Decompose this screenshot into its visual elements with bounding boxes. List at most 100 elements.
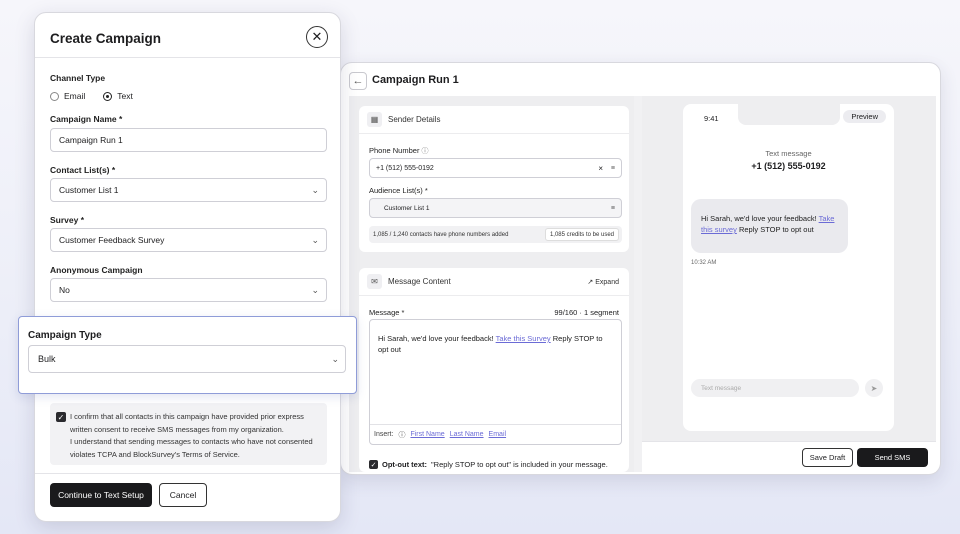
phone-number-label-text: Phone Number xyxy=(369,146,420,155)
preview-column: 9:41 Preview Text message +1 (512) 555-0… xyxy=(642,96,936,472)
insert-row: Insert: ⓘ First Name Last Name Email xyxy=(370,424,621,444)
message-text-pre: Hi Sarah, we'd love your feedback! xyxy=(378,334,494,343)
radio-email[interactable] xyxy=(50,91,59,101)
radio-text-label: Text xyxy=(117,91,133,101)
sms-setup-window: ← Campaign Run 1 ▦ Sender Details Phone … xyxy=(340,62,941,475)
anonymous-label: Anonymous Campaign xyxy=(50,265,143,275)
message-label: Message * xyxy=(369,308,405,317)
create-campaign-modal: Create Campaign ✕ Channel Type Email Tex… xyxy=(34,12,341,522)
info-icon: ⓘ xyxy=(421,148,429,155)
contacts-info-row: 1,085 / 1,240 contacts have phone number… xyxy=(369,226,622,243)
optout-text: "Reply STOP to opt out" is included in y… xyxy=(431,460,608,469)
consent-box: ✓ I confirm that all contacts in this ca… xyxy=(50,403,327,465)
survey-label: Survey * xyxy=(50,215,85,225)
audience-value: Customer List 1 xyxy=(384,204,430,212)
back-arrow-icon[interactable]: ← xyxy=(349,72,367,90)
message-text: Hi Sarah, we'd love your feedback! Take … xyxy=(370,320,621,355)
radio-email-label: Email xyxy=(64,91,86,101)
phone-preview: 9:41 Preview Text message +1 (512) 555-0… xyxy=(683,103,894,431)
footer-divider xyxy=(35,473,340,474)
survey-select[interactable]: Customer Feedback Survey ⌄ xyxy=(50,228,327,252)
optout-checkbox[interactable]: ✓ xyxy=(369,460,378,469)
phone-time: 9:41 xyxy=(704,114,719,123)
preview-text-input: Text message xyxy=(691,379,859,397)
anonymous-value: No xyxy=(59,285,70,295)
preview-phone-number: +1 (512) 555-0192 xyxy=(751,161,826,171)
contact-lists-value: Customer List 1 xyxy=(59,185,119,195)
phone-number-value: +1 (512) 555-0192 xyxy=(376,164,434,172)
audience-label: Audience List(s) * xyxy=(369,186,428,195)
message-bubble: Hi Sarah, we'd love your feedback! Take … xyxy=(691,199,848,253)
sender-icon: ▦ xyxy=(367,112,382,127)
bubble-text-post: Reply STOP to opt out xyxy=(738,225,814,234)
phone-number-label: Phone Number ⓘ xyxy=(369,146,429,156)
insert-email[interactable]: Email xyxy=(489,431,507,438)
consent-text: I confirm that all contacts in this camp… xyxy=(70,411,322,461)
menu-icon[interactable]: ≡ xyxy=(611,165,615,172)
preview-tag: Preview xyxy=(843,110,886,123)
phone-number-select[interactable]: +1 (512) 555-0192 × ≡ xyxy=(369,158,622,178)
campaign-name-input[interactable]: Campaign Run 1 xyxy=(50,128,327,152)
credits-badge: 1,085 credits to be used xyxy=(544,228,619,241)
campaign-type-label: Campaign Type xyxy=(28,330,102,341)
clear-icon[interactable]: × xyxy=(598,164,603,173)
chevron-down-icon: ⌄ xyxy=(311,285,319,295)
consent-text-1: I confirm that all contacts in this camp… xyxy=(70,412,304,434)
expand-button[interactable]: ↗ Expand xyxy=(587,278,619,286)
send-arrow-icon: ➤ xyxy=(865,379,883,397)
info-icon: ⓘ xyxy=(398,431,406,439)
campaign-type-highlight: Campaign Type Bulk ⌄ xyxy=(18,316,357,394)
expand-label: Expand xyxy=(595,278,619,286)
chevron-down-icon: ⌄ xyxy=(311,235,319,245)
anonymous-select[interactable]: No ⌄ xyxy=(50,278,327,302)
sms-title: Campaign Run 1 xyxy=(372,74,459,86)
insert-label: Insert: xyxy=(374,431,394,438)
expand-icon: ↗ xyxy=(587,278,594,286)
contacts-info: 1,085 / 1,240 contacts have phone number… xyxy=(373,231,509,238)
chevron-down-icon: ⌄ xyxy=(331,354,339,364)
save-draft-button[interactable]: Save Draft xyxy=(802,448,853,467)
sender-details-title: Sender Details xyxy=(388,115,441,124)
campaign-type-value: Bulk xyxy=(38,354,56,364)
optout-bold: Opt-out text: xyxy=(382,460,427,469)
insert-first-name[interactable]: First Name xyxy=(410,431,444,438)
sender-details-header: ▦ Sender Details xyxy=(359,106,629,134)
mail-icon: ✉ xyxy=(367,274,382,289)
contact-lists-select[interactable]: Customer List 1 ⌄ xyxy=(50,178,327,202)
divider xyxy=(35,57,340,58)
message-content-header: ✉ Message Content ↗ Expand xyxy=(359,268,629,296)
audience-select[interactable]: Customer List 1 ≡ xyxy=(369,198,622,218)
sms-body: ▦ Sender Details Phone Number ⓘ +1 (512)… xyxy=(349,96,936,472)
menu-icon[interactable]: ≡ xyxy=(611,205,615,212)
sender-details-panel: ▦ Sender Details Phone Number ⓘ +1 (512)… xyxy=(359,106,629,252)
text-message-label: Text message xyxy=(765,149,812,158)
sms-form-column: ▦ Sender Details Phone Number ⓘ +1 (512)… xyxy=(349,96,634,472)
close-icon[interactable]: ✕ xyxy=(306,26,328,48)
survey-value: Customer Feedback Survey xyxy=(59,235,165,245)
message-link[interactable]: Take this Survey xyxy=(496,334,551,343)
send-sms-button[interactable]: Send SMS xyxy=(857,448,928,467)
consent-checkbox[interactable]: ✓ xyxy=(56,412,66,422)
insert-last-name[interactable]: Last Name xyxy=(450,431,484,438)
channel-type-label: Channel Type xyxy=(50,73,106,83)
continue-button[interactable]: Continue to Text Setup xyxy=(50,483,152,507)
contact-lists-label: Contact List(s) * xyxy=(50,165,116,175)
message-content-title: Message Content xyxy=(388,277,451,286)
segment-info: 99/160 · 1 segment xyxy=(554,308,619,317)
phone-notch xyxy=(738,103,840,125)
cancel-button[interactable]: Cancel xyxy=(159,483,207,507)
modal-title: Create Campaign xyxy=(50,31,162,46)
bubble-text-pre: Hi Sarah, we'd love your feedback! xyxy=(701,214,817,223)
bubble-time: 10:32 AM xyxy=(691,260,717,266)
message-content-panel: ✉ Message Content ↗ Expand Message * 99/… xyxy=(359,268,629,472)
consent-text-2: I understand that sending messages to co… xyxy=(70,437,313,459)
channel-type-radios: Email Text xyxy=(50,91,133,101)
campaign-type-select[interactable]: Bulk ⌄ xyxy=(28,345,346,373)
optout-row: ✓ Opt-out text: "Reply STOP to opt out" … xyxy=(369,460,608,469)
radio-text[interactable] xyxy=(103,91,113,101)
message-textarea[interactable]: Hi Sarah, we'd love your feedback! Take … xyxy=(369,319,622,445)
sms-header: ← Campaign Run 1 xyxy=(341,63,940,97)
action-bar: Save Draft Send SMS xyxy=(642,441,936,472)
campaign-name-label: Campaign Name * xyxy=(50,114,123,124)
chevron-down-icon: ⌄ xyxy=(311,185,319,195)
